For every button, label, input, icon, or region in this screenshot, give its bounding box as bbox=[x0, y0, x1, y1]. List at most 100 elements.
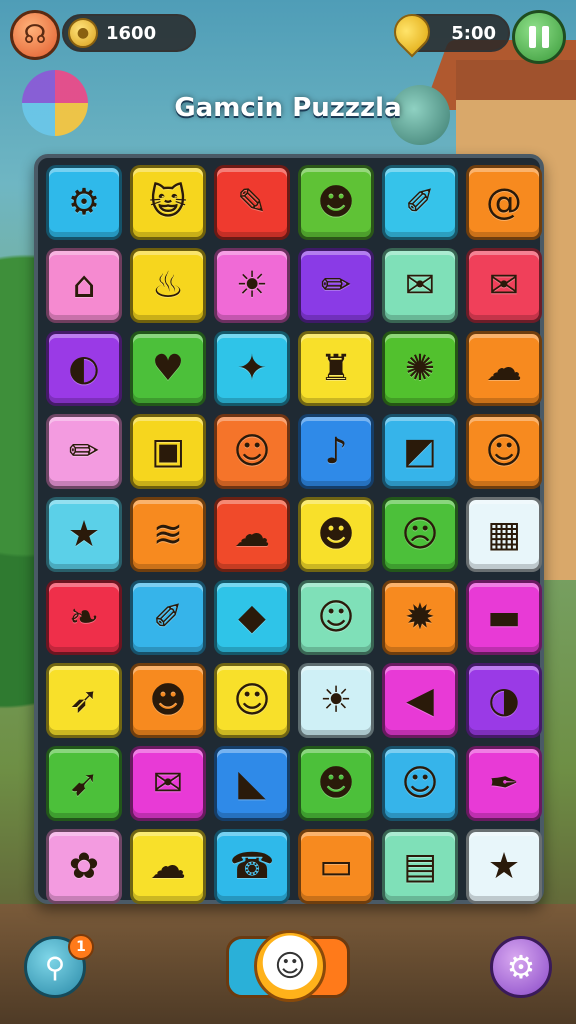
cloud-icon: ☁ bbox=[486, 347, 522, 389]
cloud-icon: ☁ bbox=[234, 513, 270, 555]
sun-face-tile[interactable]: ☀ bbox=[298, 663, 374, 738]
timer-value: 5:00 bbox=[451, 22, 496, 44]
tablet-tile[interactable]: ◩ bbox=[382, 414, 458, 489]
bottles-icon: ♜ bbox=[319, 347, 353, 389]
ball-icon: ◐ bbox=[68, 347, 100, 389]
pencil-tile[interactable]: ✏ bbox=[46, 414, 122, 489]
ghost-face-tile[interactable]: ☺ bbox=[382, 746, 458, 821]
rocket-tile[interactable]: ➶ bbox=[46, 663, 122, 738]
mail-tile[interactable]: ✉ bbox=[466, 248, 542, 323]
sun-face-icon: ☀ bbox=[319, 679, 353, 721]
letter-tile[interactable]: ✉ bbox=[130, 746, 206, 821]
gear-tile[interactable]: ⚙ bbox=[46, 165, 122, 240]
toy-block-icon: ▬ bbox=[486, 596, 521, 638]
sun-tile[interactable]: ☀ bbox=[214, 248, 290, 323]
gem-tile[interactable]: ◆ bbox=[214, 580, 290, 655]
ghost-face-icon: ☺ bbox=[401, 762, 439, 804]
bell-tile[interactable]: ♪ bbox=[298, 414, 374, 489]
phone-face-tile[interactable]: ☎ bbox=[214, 829, 290, 904]
blob-face-tile[interactable]: ☻ bbox=[298, 165, 374, 240]
pen-icon: ✒ bbox=[488, 762, 520, 804]
bottom-toolbar: ⚲ 1 ☺ ⚙ bbox=[0, 920, 576, 1024]
star-tile[interactable]: ★ bbox=[466, 829, 542, 904]
house-box-icon: ⌂ bbox=[72, 264, 96, 306]
star-tile[interactable]: ★ bbox=[46, 497, 122, 572]
envelope-tile[interactable]: ✉ bbox=[382, 248, 458, 323]
carrot-tile[interactable]: ✐ bbox=[382, 165, 458, 240]
megaphone-icon: ◀ bbox=[406, 679, 434, 721]
toy-block-tile[interactable]: ▬ bbox=[466, 580, 542, 655]
gnome-face-tile[interactable]: ☻ bbox=[298, 497, 374, 572]
pause-icon bbox=[542, 26, 549, 48]
cloud-tile[interactable]: ☁ bbox=[214, 497, 290, 572]
smiley-action-button[interactable]: ☺ bbox=[254, 930, 326, 1002]
star-badge-tile[interactable]: ✦ bbox=[214, 331, 290, 406]
cloud-tile[interactable]: ☁ bbox=[130, 829, 206, 904]
cat-ball-tile[interactable]: ☻ bbox=[130, 663, 206, 738]
pencil-icon: ✏ bbox=[68, 430, 100, 472]
heart-icon: ♥ bbox=[151, 347, 185, 389]
calendar-tile[interactable]: ▦ bbox=[466, 497, 542, 572]
slime-tile[interactable]: ☺ bbox=[214, 663, 290, 738]
rocket-icon: ➶ bbox=[68, 679, 100, 721]
cake-tile[interactable]: ≋ bbox=[130, 497, 206, 572]
pencil-tile[interactable]: ✏ bbox=[298, 248, 374, 323]
tile-grid: ⚙ 😺 ✎ ☻ ✐ @ ⌂ ♨ ☀ ✏ ✉ ✉ ◐ ♥ ✦ ♜ ✺ ☁ ✏ ▣ ☺ ♪ ◩ ☺ ★ ≋ ☁ ☻ ☹ ▦ ❧ ✐ ◆ ☺ ✹ ▬ ➶ ☻ ☺ ☀… bbox=[46, 165, 542, 904]
bottles-tile[interactable]: ♜ bbox=[298, 331, 374, 406]
sun-icon: ☀ bbox=[235, 264, 269, 306]
slime-icon: ☺ bbox=[233, 679, 271, 721]
arrow-icon: ➹ bbox=[68, 762, 100, 804]
pen-tile[interactable]: ✒ bbox=[466, 746, 542, 821]
blob-face-tile[interactable]: ☺ bbox=[298, 580, 374, 655]
swirl-tile[interactable]: @ bbox=[466, 165, 542, 240]
card-tile[interactable]: ▭ bbox=[298, 829, 374, 904]
smiley-icon: ☺ bbox=[274, 948, 306, 984]
coin-icon: ● bbox=[68, 18, 98, 48]
bubble-face-tile[interactable]: ☹ bbox=[382, 497, 458, 572]
blob-face-icon: ☻ bbox=[317, 181, 355, 223]
smile-ball-icon: ☺ bbox=[485, 430, 523, 472]
star-icon: ★ bbox=[67, 513, 101, 555]
monster-tile[interactable]: ☻ bbox=[298, 746, 374, 821]
profile-avatar-button[interactable]: ☊ bbox=[10, 10, 60, 60]
bell-icon: ♪ bbox=[324, 430, 348, 472]
crayon-icon: ✐ bbox=[152, 596, 184, 638]
megaphone-tile[interactable]: ◀ bbox=[382, 663, 458, 738]
cloud-tile[interactable]: ☁ bbox=[466, 331, 542, 406]
cat-ball-icon: ☻ bbox=[149, 679, 187, 721]
ball-tile[interactable]: ◐ bbox=[46, 331, 122, 406]
pause-icon bbox=[529, 26, 536, 48]
carrot-icon: ✐ bbox=[404, 181, 436, 223]
smile-ball-tile[interactable]: ☺ bbox=[466, 414, 542, 489]
gear-icon: ⚙ bbox=[506, 948, 536, 986]
crayon-tile[interactable]: ✐ bbox=[130, 580, 206, 655]
flower-gear-tile[interactable]: ✿ bbox=[46, 829, 122, 904]
girl-face-tile[interactable]: ☺ bbox=[214, 414, 290, 489]
document-tile[interactable]: ▤ bbox=[382, 829, 458, 904]
blob-face-icon: ☺ bbox=[317, 596, 355, 638]
beach-ball-icon: ◑ bbox=[488, 679, 520, 721]
sun-gear-tile[interactable]: ✹ bbox=[382, 580, 458, 655]
pause-button[interactable] bbox=[512, 10, 566, 64]
pencil-tile[interactable]: ✎ bbox=[214, 165, 290, 240]
spiral-tile[interactable]: ✺ bbox=[382, 331, 458, 406]
house-box-tile[interactable]: ⌂ bbox=[46, 248, 122, 323]
coin-value: 1600 bbox=[106, 22, 157, 44]
mail-icon: ✉ bbox=[488, 264, 520, 306]
device-tile[interactable]: ▣ bbox=[130, 414, 206, 489]
kite-tile[interactable]: ◣ bbox=[214, 746, 290, 821]
leaf-tile[interactable]: ❧ bbox=[46, 580, 122, 655]
flame-tile[interactable]: ♨ bbox=[130, 248, 206, 323]
swirl-icon: @ bbox=[486, 181, 522, 223]
cat-face-tile[interactable]: 😺 bbox=[130, 165, 206, 240]
letter-icon: ✉ bbox=[152, 762, 184, 804]
card-icon: ▭ bbox=[318, 845, 353, 887]
location-pin-icon bbox=[386, 6, 438, 58]
heart-tile[interactable]: ♥ bbox=[130, 331, 206, 406]
beach-ball-tile[interactable]: ◑ bbox=[466, 663, 542, 738]
arrow-tile[interactable]: ➹ bbox=[46, 746, 122, 821]
phone-face-icon: ☎ bbox=[229, 845, 275, 887]
star-badge-icon: ✦ bbox=[236, 347, 268, 389]
settings-button[interactable]: ⚙ bbox=[490, 936, 552, 998]
gear-icon: ⚙ bbox=[67, 181, 101, 223]
